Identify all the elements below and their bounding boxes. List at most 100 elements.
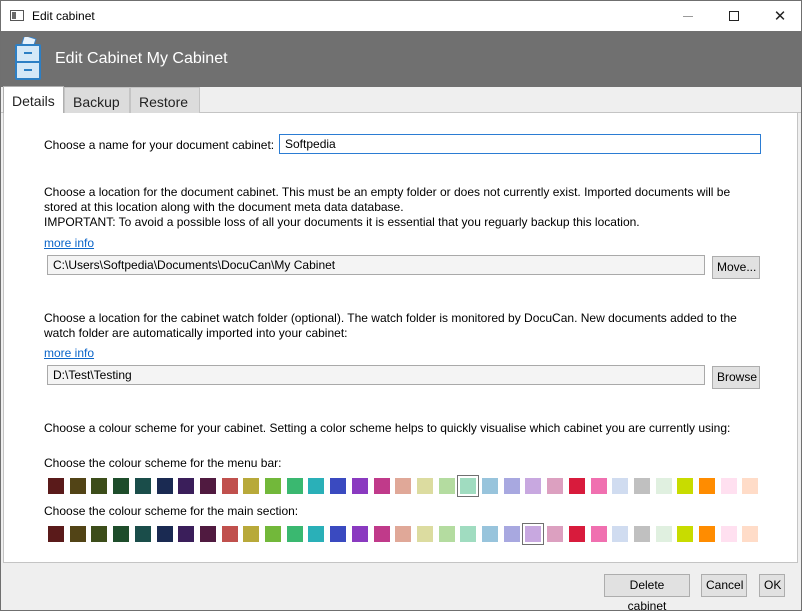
menu-bar-colour-swatch[interactable] xyxy=(653,475,675,497)
main-section-colour-swatch[interactable] xyxy=(631,523,653,545)
main-section-colour-swatch[interactable] xyxy=(284,523,306,545)
main-section-colour-swatch[interactable] xyxy=(197,523,219,545)
window-title: Edit cabinet xyxy=(32,9,95,23)
main-section-colour-swatch[interactable] xyxy=(392,523,414,545)
main-section-colour-swatch[interactable] xyxy=(674,523,696,545)
main-section-colour-swatch-fill xyxy=(482,526,498,542)
main-section-colour-swatch[interactable] xyxy=(566,523,588,545)
main-section-colour-swatch[interactable] xyxy=(522,523,544,545)
menu-bar-colour-swatch-fill xyxy=(265,478,281,494)
main-section-colour-swatch[interactable] xyxy=(88,523,110,545)
main-section-colour-swatch-fill xyxy=(569,526,585,542)
menu-bar-colour-swatch[interactable] xyxy=(609,475,631,497)
menu-bar-colour-swatch[interactable] xyxy=(110,475,132,497)
main-section-colour-swatch[interactable] xyxy=(371,523,393,545)
menu-bar-colour-swatch[interactable] xyxy=(349,475,371,497)
main-section-colour-swatch[interactable] xyxy=(436,523,458,545)
menu-bar-colour-swatch[interactable] xyxy=(154,475,176,497)
menu-bar-colour-swatch[interactable] xyxy=(132,475,154,497)
ok-button[interactable]: OK xyxy=(759,574,785,597)
menu-bar-colour-swatch[interactable] xyxy=(696,475,718,497)
menu-bar-colour-swatch[interactable] xyxy=(240,475,262,497)
menu-bar-colour-swatch[interactable] xyxy=(522,475,544,497)
menu-bar-colour-swatch[interactable] xyxy=(414,475,436,497)
main-section-colour-swatch-fill xyxy=(395,526,411,542)
main-section-colour-swatch[interactable] xyxy=(132,523,154,545)
menu-bar-colour-swatch-fill xyxy=(374,478,390,494)
cabinet-location-field[interactable]: C:\Users\Softpedia\Documents\DocuCan\My … xyxy=(47,255,705,275)
main-section-colour-swatch[interactable] xyxy=(240,523,262,545)
menu-bar-colour-swatch[interactable] xyxy=(674,475,696,497)
tab-restore[interactable]: Restore xyxy=(130,87,200,113)
close-button[interactable]: ✕ xyxy=(757,1,802,31)
menu-bar-colour-swatch[interactable] xyxy=(284,475,306,497)
menu-bar-colour-swatch[interactable] xyxy=(392,475,414,497)
menu-bar-colour-swatch[interactable] xyxy=(197,475,219,497)
main-section-colour-swatch[interactable] xyxy=(67,523,89,545)
main-section-colour-swatch[interactable] xyxy=(479,523,501,545)
cancel-button[interactable]: Cancel xyxy=(701,574,747,597)
menu-bar-colour-swatch[interactable] xyxy=(45,475,67,497)
menu-bar-colour-swatch[interactable] xyxy=(175,475,197,497)
main-section-colour-swatch[interactable] xyxy=(305,523,327,545)
menu-bar-colour-swatch[interactable] xyxy=(739,475,761,497)
menu-bar-colour-swatch-fill xyxy=(243,478,259,494)
menu-bar-colour-swatch[interactable] xyxy=(631,475,653,497)
main-section-colour-swatch[interactable] xyxy=(739,523,761,545)
menu-bar-colour-swatch[interactable] xyxy=(436,475,458,497)
menu-bar-colour-swatch[interactable] xyxy=(88,475,110,497)
main-section-colour-swatch[interactable] xyxy=(718,523,740,545)
maximize-button[interactable] xyxy=(711,1,757,31)
main-section-colour-swatch[interactable] xyxy=(544,523,566,545)
delete-cabinet-button[interactable]: Delete cabinet xyxy=(604,574,690,611)
menu-bar-colour-swatch-fill xyxy=(699,478,715,494)
menu-bar-colour-swatch[interactable] xyxy=(479,475,501,497)
main-section-colour-swatch[interactable] xyxy=(262,523,284,545)
main-section-colour-swatch[interactable] xyxy=(327,523,349,545)
main-section-colour-swatch-fill xyxy=(504,526,520,542)
main-section-colour-swatch[interactable] xyxy=(653,523,675,545)
menu-bar-colour-swatch[interactable] xyxy=(457,475,479,497)
main-section-colour-swatch[interactable] xyxy=(457,523,479,545)
main-section-colour-swatch[interactable] xyxy=(501,523,523,545)
tab-backup[interactable]: Backup xyxy=(64,87,130,113)
main-section-colour-swatch[interactable] xyxy=(696,523,718,545)
main-section-colour-swatch-fill xyxy=(721,526,737,542)
main-section-colour-swatch[interactable] xyxy=(609,523,631,545)
minimize-icon xyxy=(683,15,693,17)
cabinet-name-input[interactable]: Softpedia xyxy=(279,134,761,154)
main-section-colour-swatch[interactable] xyxy=(588,523,610,545)
main-section-colour-swatch-fill xyxy=(634,526,650,542)
main-section-colour-swatch[interactable] xyxy=(219,523,241,545)
main-section-colour-swatch-fill xyxy=(742,526,758,542)
menu-bar-colour-swatch[interactable] xyxy=(327,475,349,497)
main-section-colour-swatch[interactable] xyxy=(154,523,176,545)
main-section-colour-swatch[interactable] xyxy=(45,523,67,545)
tab-bar: Details Backup Restore xyxy=(1,86,801,113)
menu-bar-colour-swatch[interactable] xyxy=(305,475,327,497)
menu-bar-colour-swatch[interactable] xyxy=(262,475,284,497)
move-button[interactable]: Move... xyxy=(712,256,760,279)
menu-bar-colour-swatch-fill xyxy=(677,478,693,494)
menu-bar-colour-swatch-fill xyxy=(569,478,585,494)
menu-bar-colour-swatch[interactable] xyxy=(566,475,588,497)
menu-bar-colour-swatch[interactable] xyxy=(67,475,89,497)
main-section-colour-swatch-fill xyxy=(547,526,563,542)
watch-folder-field[interactable]: D:\Test\Testing xyxy=(47,365,705,385)
main-section-colour-swatch[interactable] xyxy=(414,523,436,545)
main-section-colour-swatch[interactable] xyxy=(349,523,371,545)
browse-button[interactable]: Browse xyxy=(712,366,760,389)
tab-details[interactable]: Details xyxy=(3,86,64,113)
menu-bar-colour-swatch[interactable] xyxy=(588,475,610,497)
menu-bar-colour-swatch[interactable] xyxy=(371,475,393,497)
menu-bar-colour-swatch[interactable] xyxy=(219,475,241,497)
menu-bar-colour-swatch[interactable] xyxy=(544,475,566,497)
menu-bar-colour-swatch[interactable] xyxy=(718,475,740,497)
location-more-info-link[interactable]: more info xyxy=(44,236,94,250)
watch-folder-more-info-link[interactable]: more info xyxy=(44,346,94,360)
main-section-colour-swatch[interactable] xyxy=(175,523,197,545)
main-section-colour-swatch[interactable] xyxy=(110,523,132,545)
menu-bar-colour-swatch[interactable] xyxy=(501,475,523,497)
minimize-button[interactable] xyxy=(665,1,711,31)
menu-bar-colour-swatch-fill xyxy=(178,478,194,494)
